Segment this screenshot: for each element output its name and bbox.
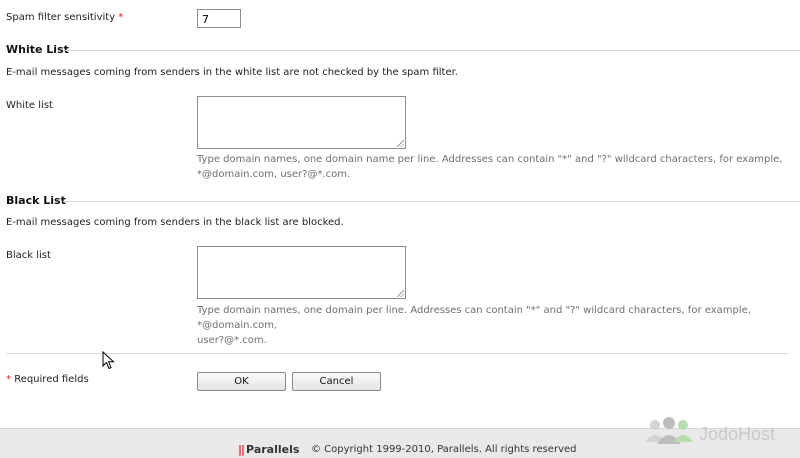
white-list-hint: Type domain names, one domain name per l…	[197, 152, 787, 182]
spam-sensitivity-input[interactable]: 7	[197, 9, 241, 28]
black-list-textarea[interactable]	[197, 246, 406, 299]
parallels-logo-bars: ||	[238, 443, 245, 456]
white-list-textarea[interactable]	[197, 96, 406, 149]
required-fields-note: * Required fields	[6, 374, 89, 385]
black-list-hint-line2: user?@*.com.	[197, 335, 267, 346]
white-list-divider	[65, 50, 800, 51]
copyright-text: © Copyright 1999-2010, Parallels. All ri…	[311, 444, 577, 455]
people-group-icon	[645, 417, 693, 444]
black-list-divider	[63, 201, 800, 202]
parallels-logo-text: Parallels	[246, 443, 300, 456]
spam-sensitivity-label-text: Spam filter sensitivity	[6, 12, 116, 23]
black-list-hint-line1: Type domain names, one domain per line. …	[197, 305, 751, 331]
ok-button[interactable]: OK	[197, 372, 286, 391]
white-list-hint-line2: *@domain.com, user?@*.com.	[197, 169, 351, 180]
jodohost-watermark-text: JodoHost	[699, 424, 776, 444]
jodohost-watermark: JodoHost	[641, 414, 800, 450]
mouse-pointer-icon	[102, 351, 115, 370]
black-list-label: Black list	[6, 250, 51, 261]
black-list-section-title: Black List	[6, 194, 66, 207]
black-list-hint: Type domain names, one domain per line. …	[197, 303, 787, 348]
required-asterisk: *	[6, 374, 11, 385]
form-bottom-divider	[6, 353, 788, 354]
spam-sensitivity-label: Spam filter sensitivity *	[6, 12, 123, 23]
white-list-hint-line1: Type domain names, one domain name per l…	[197, 154, 783, 165]
white-list-description: E-mail messages coming from senders in t…	[6, 67, 458, 78]
parallels-logo: || Parallels	[238, 443, 299, 456]
black-list-description: E-mail messages coming from senders in t…	[6, 217, 344, 228]
required-asterisk: *	[118, 12, 124, 23]
white-list-label: White list	[6, 100, 53, 111]
white-list-section-title: White List	[6, 43, 69, 56]
required-fields-text: Required fields	[14, 374, 89, 385]
cancel-button[interactable]: Cancel	[292, 372, 381, 391]
